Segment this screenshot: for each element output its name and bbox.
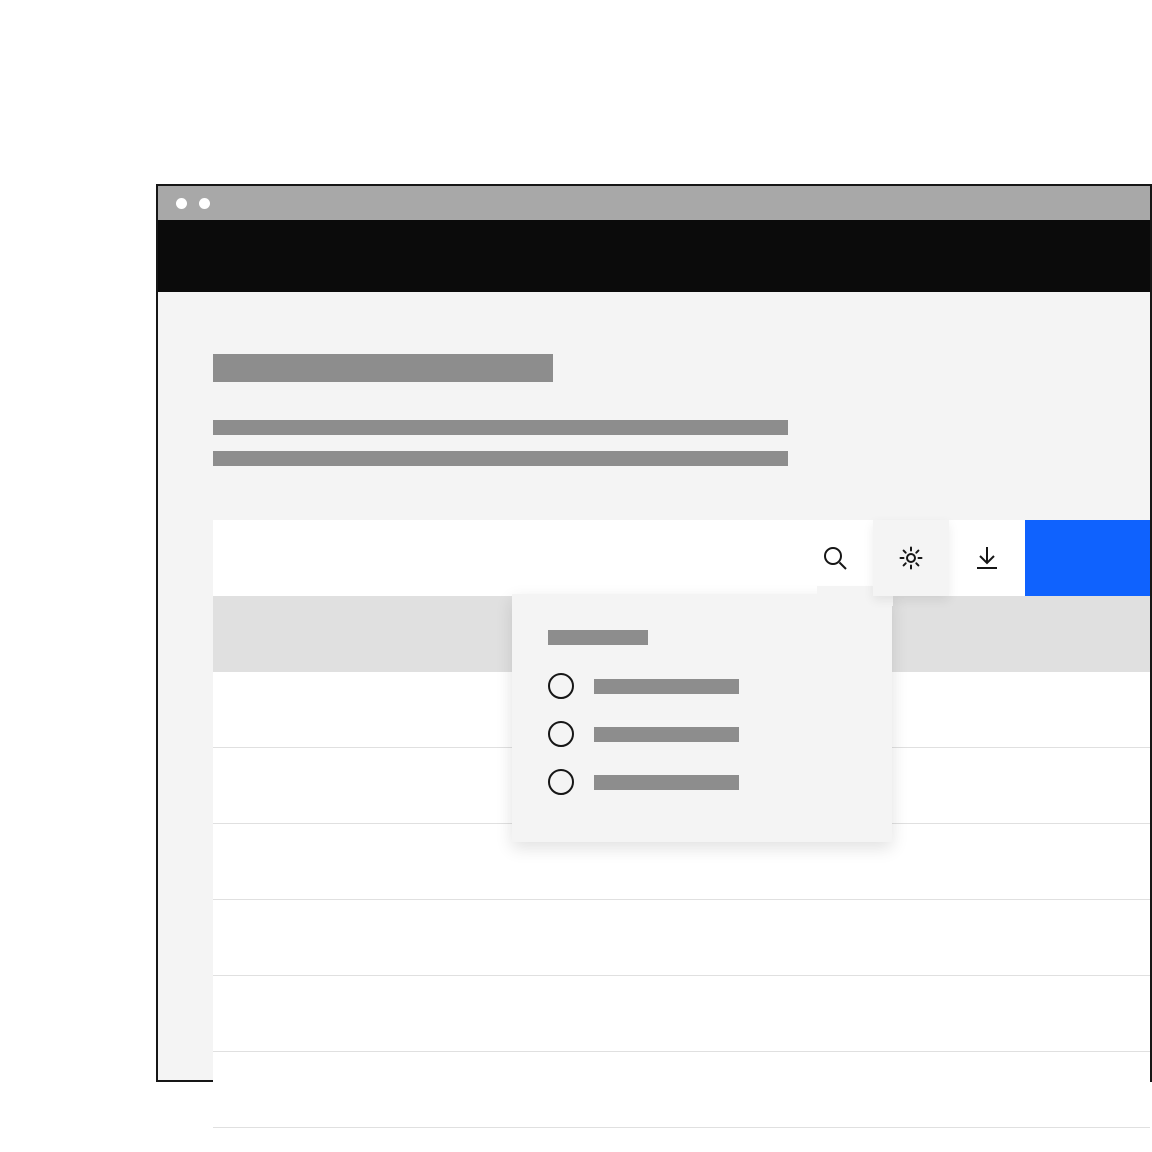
search-icon: [822, 545, 848, 571]
download-button[interactable]: [949, 520, 1025, 596]
radio-icon: [548, 769, 574, 795]
table-row[interactable]: [213, 976, 1150, 1052]
app-window: [156, 184, 1152, 1082]
radio-label: [594, 679, 739, 694]
page-description-line: [213, 420, 788, 435]
page-content: [158, 292, 1150, 466]
app-header: [158, 220, 1150, 292]
page-description-line: [213, 451, 788, 466]
popover-title: [548, 630, 648, 645]
toolbar: [213, 520, 1150, 596]
window-control-close[interactable]: [176, 198, 187, 209]
settings-popover: [512, 594, 892, 842]
download-icon: [974, 545, 1000, 571]
radio-label: [594, 727, 739, 742]
radio-icon: [548, 673, 574, 699]
primary-action-button[interactable]: [1025, 520, 1150, 596]
settings-button[interactable]: [873, 520, 949, 596]
toolbar-spacer: [213, 520, 797, 596]
window-titlebar: [158, 186, 1150, 220]
table-row[interactable]: [213, 900, 1150, 976]
radio-option[interactable]: [548, 673, 856, 699]
search-button[interactable]: [797, 520, 873, 596]
page-title: [213, 354, 553, 382]
radio-option[interactable]: [548, 769, 856, 795]
radio-option[interactable]: [548, 721, 856, 747]
radio-label: [594, 775, 739, 790]
table-row[interactable]: [213, 1052, 1150, 1128]
radio-icon: [548, 721, 574, 747]
window-control-minimize[interactable]: [199, 198, 210, 209]
gear-icon: [898, 545, 924, 571]
